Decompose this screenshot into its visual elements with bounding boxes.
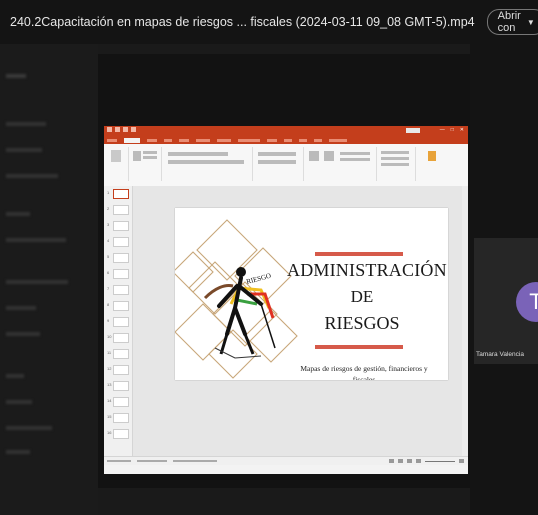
red-stripe-bottom xyxy=(315,345,403,349)
slide-title-line1: ADMINISTRACIÓN xyxy=(287,260,447,280)
ppt-titlebar: — □ ✕ xyxy=(104,126,468,136)
slide-canvas[interactable]: RIESGO ADMINISTRACIÓN DE RIESGOS Mapas d… xyxy=(175,208,448,380)
video-player-topbar: 240.2Capacitación en mapas de riesgos ..… xyxy=(0,0,538,44)
participant-name: Tamara Valencia xyxy=(476,351,524,358)
blurred-sidebar xyxy=(0,44,98,515)
open-with-button[interactable]: Abrir con ▼ xyxy=(486,9,538,35)
slide-subtitle: Mapas de riesgos de gestión, financieros… xyxy=(300,364,428,380)
slide-logo-text: RIESGO xyxy=(245,272,271,286)
window-controls: — □ ✕ xyxy=(439,127,464,133)
quick-access-toolbar xyxy=(107,127,136,132)
slide-title-line3: RIESGOS xyxy=(324,313,400,333)
ppt-ribbon-tabs xyxy=(104,136,468,144)
chevron-down-icon: ▼ xyxy=(526,17,535,27)
diamond-collage-graphic: RIESGO xyxy=(175,219,298,379)
slide-thumbnails[interactable]: 1 2 3 4 5 6 7 8 9 10 11 12 13 14 15 16 xyxy=(104,186,133,465)
open-with-label: Abrir con xyxy=(497,10,521,34)
file-title: 240.2Capacitación en mapas de riesgos ..… xyxy=(10,15,475,29)
red-stripe-top xyxy=(315,252,403,256)
vertical-scrollbar[interactable] xyxy=(462,186,468,465)
slide-title-line2: DE xyxy=(350,287,374,306)
ppt-ribbon xyxy=(104,144,468,187)
signin-box xyxy=(406,128,420,133)
ppt-statusbar xyxy=(104,456,468,465)
avatar-initial: T xyxy=(529,289,538,314)
